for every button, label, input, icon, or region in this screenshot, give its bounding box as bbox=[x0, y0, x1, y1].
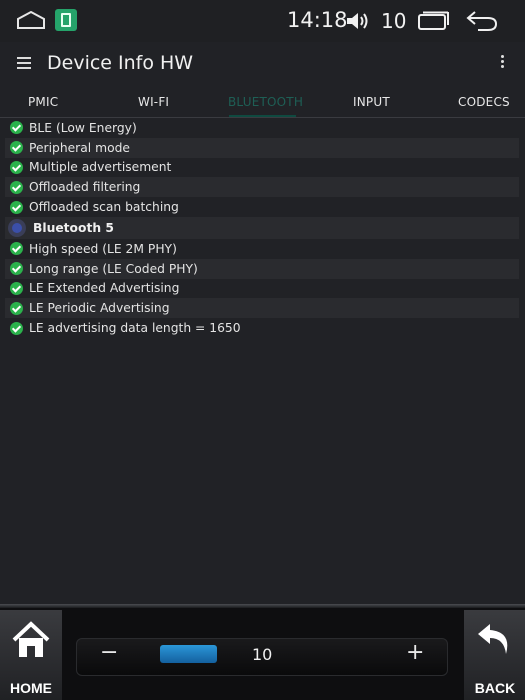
feature-label: LE Periodic Advertising bbox=[29, 301, 170, 316]
list-item: Long range (LE Coded PHY) bbox=[5, 258, 519, 279]
tab-pmic[interactable]: PMIC bbox=[28, 95, 58, 109]
home-outline-icon[interactable] bbox=[16, 11, 46, 29]
status-bar: 14:18 10 bbox=[0, 0, 525, 42]
home-icon bbox=[12, 621, 50, 657]
check-icon bbox=[10, 121, 23, 135]
divider bbox=[0, 604, 525, 608]
check-icon bbox=[10, 160, 23, 174]
tab-wifi[interactable]: WI-FI bbox=[138, 95, 169, 109]
feature-label: Offloaded filtering bbox=[29, 180, 141, 195]
recents-icon[interactable] bbox=[418, 11, 450, 31]
check-icon bbox=[10, 262, 23, 276]
list-item: LE Extended Advertising bbox=[5, 279, 519, 299]
check-icon bbox=[10, 180, 23, 194]
list-item: LE advertising data length = 1650 bbox=[5, 318, 519, 338]
app-icon[interactable] bbox=[55, 9, 77, 31]
list-item: Multiple advertisement bbox=[5, 158, 519, 178]
home-button[interactable]: HOME bbox=[0, 610, 62, 700]
tab-bar: PMIC WI-FI BLUETOOTH INPUT CODECS bbox=[0, 86, 525, 118]
overflow-icon[interactable] bbox=[501, 55, 505, 71]
list-item: Peripheral mode bbox=[5, 137, 519, 158]
back-arrow-icon[interactable] bbox=[466, 10, 498, 32]
menu-icon[interactable] bbox=[17, 57, 31, 69]
list-item: BLE (Low Energy) bbox=[5, 118, 519, 138]
feature-label: High speed (LE 2M PHY) bbox=[29, 241, 177, 256]
undo-arrow-icon bbox=[478, 624, 508, 654]
check-icon bbox=[10, 200, 23, 214]
tab-codecs[interactable]: CODECS bbox=[458, 95, 510, 109]
feature-label: Peripheral mode bbox=[29, 140, 130, 155]
volume-value: 10 bbox=[252, 645, 273, 664]
app-title: Device Info HW bbox=[47, 52, 194, 74]
section-header: Bluetooth 5 bbox=[5, 216, 519, 239]
tab-bluetooth[interactable]: BLUETOOTH bbox=[228, 95, 303, 109]
list-item: Offloaded scan batching bbox=[5, 197, 519, 217]
check-icon bbox=[10, 141, 23, 155]
feature-label: BLE (Low Energy) bbox=[29, 120, 137, 135]
feature-label: LE advertising data length = 1650 bbox=[29, 321, 241, 336]
volume-down-button[interactable]: − bbox=[100, 640, 118, 665]
check-icon bbox=[10, 301, 23, 315]
back-label: BACK bbox=[474, 680, 516, 696]
feature-label: Multiple advertisement bbox=[29, 160, 172, 175]
feature-label: Offloaded scan batching bbox=[29, 200, 179, 215]
status-volume: 10 bbox=[381, 9, 407, 33]
tab-input[interactable]: INPUT bbox=[353, 95, 390, 109]
check-icon bbox=[10, 321, 23, 335]
check-icon bbox=[10, 281, 23, 295]
feature-label: Long range (LE Coded PHY) bbox=[29, 261, 198, 276]
section-title: Bluetooth 5 bbox=[33, 220, 114, 235]
volume-icon[interactable] bbox=[346, 11, 370, 31]
feature-label: LE Extended Advertising bbox=[29, 281, 180, 296]
list-item: Offloaded filtering bbox=[5, 177, 519, 198]
back-button[interactable]: BACK bbox=[464, 610, 525, 700]
home-label: HOME bbox=[10, 680, 52, 696]
active-tab-indicator bbox=[229, 115, 296, 117]
list-item: High speed (LE 2M PHY) bbox=[5, 239, 519, 259]
status-time: 14:18 bbox=[287, 8, 348, 32]
volume-slider[interactable] bbox=[160, 645, 217, 663]
check-icon bbox=[10, 242, 23, 256]
list-item: LE Periodic Advertising bbox=[5, 298, 519, 319]
volume-up-button[interactable]: + bbox=[406, 640, 424, 665]
bluetooth-icon bbox=[8, 218, 26, 237]
app-bar: Device Info HW bbox=[0, 42, 525, 86]
feature-list: BLE (Low Energy) Peripheral mode Multipl… bbox=[5, 118, 519, 338]
